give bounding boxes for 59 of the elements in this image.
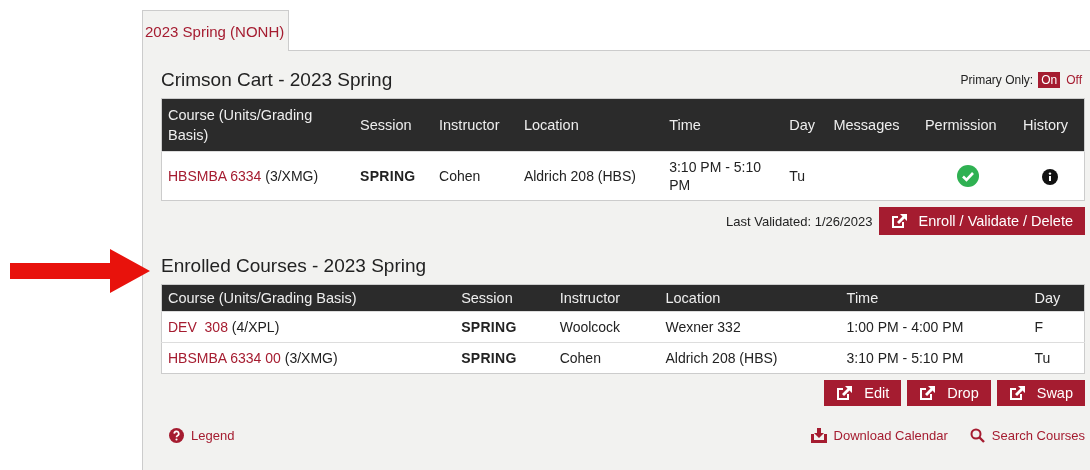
column-header: Permission	[918, 98, 1017, 152]
table-cell: Aldrich 208 (HBS)	[517, 151, 664, 201]
table-cell: Woolcock	[553, 311, 660, 343]
search-courses-link[interactable]: Search Courses	[969, 428, 1085, 443]
legend-link[interactable]: Legend	[169, 428, 235, 443]
table-cell: 1:00 PM - 4:00 PM	[840, 311, 1029, 343]
last-validated-text: Last Validated: 1/26/2023	[726, 213, 873, 229]
action-button[interactable]: Edit	[824, 380, 902, 406]
units-text: (3/XMG)	[284, 350, 338, 366]
column-header: Course (Units/Grading Basis)	[161, 284, 456, 312]
enroll-button[interactable]: Enroll / Validate / Delete	[878, 207, 1085, 235]
table-cell: 3:10 PM - 5:10 PM	[840, 342, 1029, 374]
section-title: Crimson Cart - 2023 Spring	[161, 69, 393, 91]
external-link-icon	[836, 386, 853, 400]
column-header: Location	[659, 284, 841, 312]
table-cell: SPRING	[354, 151, 434, 201]
column-header: Instructor	[433, 98, 518, 152]
column-header: Course (Units/Grading Basis)	[161, 98, 354, 152]
toggle-option[interactable]: On	[1038, 72, 1061, 88]
table-cell: SPRING	[455, 311, 554, 343]
column-header: Instructor	[553, 284, 660, 312]
table-cell: F	[1028, 311, 1085, 343]
table-cell: Aldrich 208 (HBS)	[659, 342, 841, 374]
course-link[interactable]: HBSMBA 6334	[168, 168, 262, 184]
column-header: Time	[663, 98, 784, 152]
info-icon[interactable]	[1042, 169, 1059, 186]
action-button[interactable]: Drop	[907, 380, 991, 406]
section-title: Enrolled Courses - 2023 Spring	[161, 255, 428, 277]
download-icon	[810, 428, 827, 443]
units-text: (3/XMG)	[265, 168, 319, 184]
column-header: Messages	[827, 98, 919, 152]
download-calendar-link[interactable]: Download Calendar	[810, 428, 948, 443]
column-header: Session	[354, 98, 434, 152]
action-button[interactable]: Swap	[996, 380, 1085, 406]
arrow-icon	[10, 249, 150, 293]
table-cell: Cohen	[433, 151, 518, 201]
table-cell: Tu	[1028, 342, 1085, 374]
column-header: Location	[517, 98, 664, 152]
tab[interactable]: 2023 Spring (NONH)	[142, 10, 290, 51]
table-cell: Tu	[783, 151, 828, 201]
column-header: Time	[840, 284, 1029, 312]
column-header: Day	[783, 98, 828, 152]
table-cell: SPRING	[455, 342, 554, 374]
table-cell: 3:10 PM - 5:10 PM	[663, 151, 784, 201]
table-cell: Cohen	[553, 342, 660, 374]
toggle-option[interactable]: Off	[1063, 72, 1085, 88]
units-text: (4/XPL)	[231, 319, 280, 335]
external-link-icon	[1008, 386, 1025, 400]
external-link-icon	[919, 386, 936, 400]
column-header: History	[1016, 98, 1085, 152]
course-link[interactable]: DEV 308	[168, 319, 228, 335]
table-cell: Wexner 332	[659, 311, 841, 343]
search-icon	[969, 428, 985, 443]
external-link-icon	[890, 214, 907, 228]
course-link[interactable]: HBSMBA 6334 00	[168, 350, 281, 366]
toggle-label: Primary Only:	[960, 73, 1034, 87]
column-header: Day	[1028, 284, 1085, 312]
column-header: Session	[455, 284, 554, 312]
help-icon	[169, 428, 184, 443]
